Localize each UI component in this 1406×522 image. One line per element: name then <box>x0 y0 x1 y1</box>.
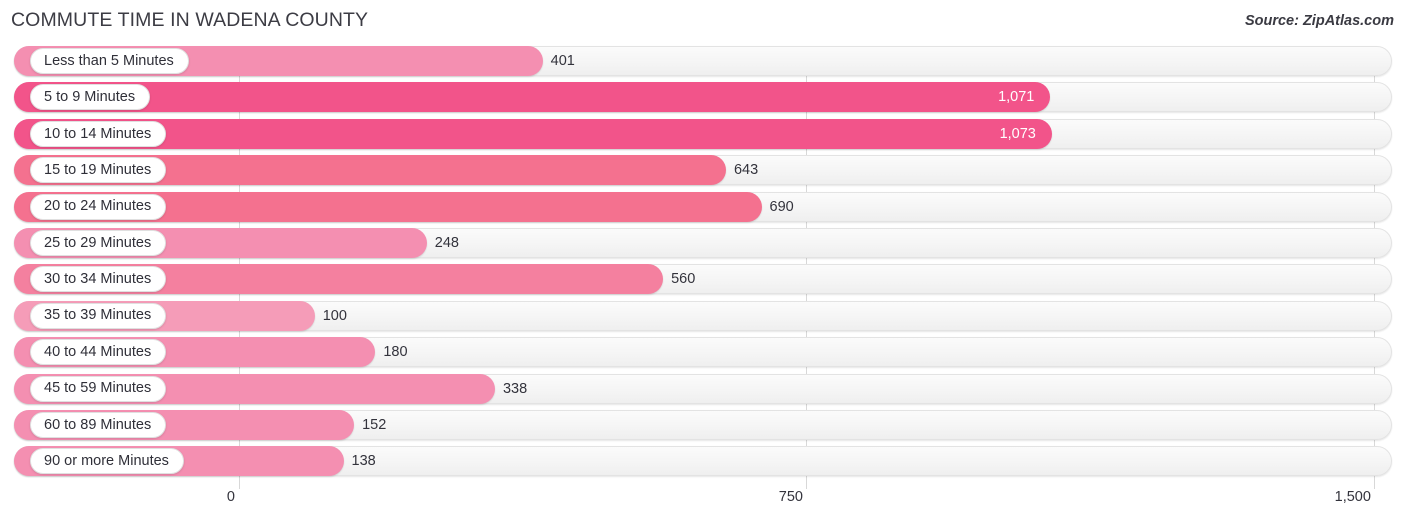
bar-row[interactable]: Less than 5 Minutes 401 <box>0 46 1406 76</box>
category-label: 60 to 89 Minutes <box>44 416 152 433</box>
bar-row[interactable]: 5 to 9 Minutes 1,071 <box>0 82 1406 113</box>
category-label-pill[interactable]: 30 to 34 Minutes <box>30 266 167 293</box>
category-label: 15 to 19 Minutes <box>44 161 152 178</box>
category-label: 25 to 29 Minutes <box>44 234 152 251</box>
bar-fill[interactable] <box>14 82 1051 113</box>
category-label-pill[interactable]: 45 to 59 Minutes <box>30 375 167 402</box>
axis-tick-label: 0 <box>226 489 235 505</box>
x-axis: 0 750 1,500 <box>0 489 1406 522</box>
category-label: 45 to 59 Minutes <box>44 380 152 397</box>
axis-tick-label: 1,500 <box>1334 489 1371 505</box>
category-label-pill[interactable]: 25 to 29 Minutes <box>30 229 167 256</box>
category-label: 35 to 39 Minutes <box>44 307 152 324</box>
category-label-pill[interactable]: 60 to 89 Minutes <box>30 411 167 438</box>
bar-rows: Less than 5 Minutes 401 5 to 9 Minutes 1,07… <box>0 46 1406 483</box>
chart-plot-area: Less than 5 Minutes 401 5 to 9 Minutes 1,07… <box>0 46 1406 489</box>
category-label-pill[interactable]: 5 to 9 Minutes <box>30 84 151 111</box>
category-label-pill[interactable]: 35 to 39 Minutes <box>30 302 167 329</box>
bar-value-label: 690 <box>769 198 794 215</box>
bar-row[interactable]: 60 to 89 Minutes 152 <box>0 409 1406 440</box>
bar-fill[interactable] <box>14 118 1052 149</box>
bar-value-label: 338 <box>502 380 528 397</box>
bar-row[interactable]: 25 to 29 Minutes 248 <box>0 227 1406 258</box>
bar-row[interactable]: 15 to 19 Minutes 643 <box>0 155 1406 186</box>
bar-value-label: 1,071 <box>998 89 1035 106</box>
page-title: COMMUTE TIME IN WADENA COUNTY <box>11 9 369 31</box>
bar-value-label: 643 <box>733 162 759 179</box>
bar-value-label: 401 <box>550 53 575 69</box>
bar-value-label: 248 <box>434 234 459 251</box>
category-label-pill[interactable]: 15 to 19 Minutes <box>30 157 167 184</box>
bar-value-label: 100 <box>322 307 347 324</box>
bar-row[interactable]: 90 or more Minutes 138 <box>0 446 1406 477</box>
chart-header: COMMUTE TIME IN WADENA COUNTY Source: Zi… <box>0 0 1406 44</box>
bar-row[interactable]: 40 to 44 Minutes 180 <box>0 337 1406 368</box>
category-label-pill[interactable]: 40 to 44 Minutes <box>30 339 167 366</box>
category-label: 10 to 14 Minutes <box>44 125 152 142</box>
bar-value-label: 1,073 <box>999 125 1036 142</box>
bar-row[interactable]: 20 to 24 Minutes 690 <box>0 191 1406 222</box>
axis-tick-label: 750 <box>778 489 803 505</box>
bar-row[interactable]: 10 to 14 Minutes 1,073 <box>0 118 1406 149</box>
category-label: 20 to 24 Minutes <box>44 198 152 215</box>
bar-row[interactable]: 45 to 59 Minutes 338 <box>0 373 1406 404</box>
category-label-pill[interactable]: 20 to 24 Minutes <box>30 193 167 220</box>
bar-row[interactable]: 30 to 34 Minutes 560 <box>0 264 1406 295</box>
category-label: 90 or more Minutes <box>44 453 169 470</box>
bar-value-label: 138 <box>351 453 376 470</box>
category-label: 30 to 34 Minutes <box>44 271 152 288</box>
category-label-pill[interactable]: Less than 5 Minutes <box>30 48 189 74</box>
bar-row[interactable]: 35 to 39 Minutes 100 <box>0 300 1406 331</box>
bar-value-label: 560 <box>671 271 696 288</box>
category-label: Less than 5 Minutes <box>44 52 174 69</box>
bar-value-label: 180 <box>383 344 408 361</box>
category-label: 40 to 44 Minutes <box>44 343 152 360</box>
category-label-pill[interactable]: 90 or more Minutes <box>30 448 184 475</box>
category-label-pill[interactable]: 10 to 14 Minutes <box>30 120 167 147</box>
category-label: 5 to 9 Minutes <box>44 89 136 106</box>
source-attribution: Source: ZipAtlas.com <box>1244 13 1394 29</box>
bar-value-label: 152 <box>362 416 387 433</box>
